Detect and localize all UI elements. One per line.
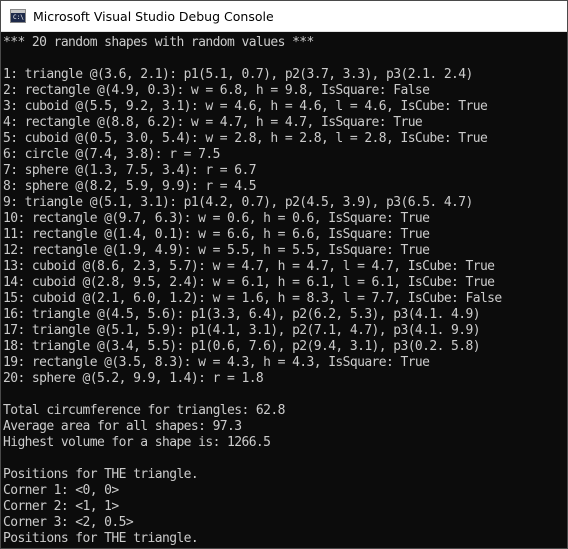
icon-glyph: C:\ xyxy=(13,14,24,21)
console-line: Corner 2: <1, 1> xyxy=(3,499,119,514)
console-line: 3: cuboid @(5.5, 9.2, 3.1): w = 4.6, h =… xyxy=(3,99,488,114)
console-line: 5: cuboid @(0.5, 3.0, 5.4): w = 2.8, h =… xyxy=(3,131,488,146)
console-line: 19: rectangle @(3.5, 8.3): w = 4.3, h = … xyxy=(3,355,430,370)
title-bar[interactable]: C:\ Microsoft Visual Studio Debug Consol… xyxy=(1,1,567,32)
console-line: Positions for THE triangle. xyxy=(3,531,199,546)
console-line: 15: cuboid @(2.1, 6.0, 1.2): w = 1.6, h … xyxy=(3,291,502,306)
window-title: Microsoft Visual Studio Debug Console xyxy=(33,8,274,24)
console-line: Corner 3: <2, 0.5> xyxy=(3,515,134,530)
console-line: 16: triangle @(4.5, 5.6): p1(3.3, 6.4), … xyxy=(3,307,481,322)
console-line: 4: rectangle @(8.8, 6.2): w = 4.7, h = 4… xyxy=(3,115,423,130)
debug-console-window: C:\ Microsoft Visual Studio Debug Consol… xyxy=(0,0,568,549)
console-line: Positions for THE triangle. xyxy=(3,467,199,482)
console-line: Corner 1: <0, 0> xyxy=(3,483,119,498)
console-line: *** 20 random shapes with random values … xyxy=(3,35,314,50)
icon-title-strip xyxy=(11,10,25,13)
console-line: 18: triangle @(3.4, 5.5): p1(0.6, 7.6), … xyxy=(3,339,481,354)
console-line: 12: rectangle @(1.9, 4.9): w = 5.5, h = … xyxy=(3,243,430,258)
console-line: Highest volume for a shape is: 1266.5 xyxy=(3,435,271,450)
console-line: 17: triangle @(5.1, 5.9): p1(4.1, 3.1), … xyxy=(3,323,481,338)
console-line: 13: cuboid @(8.6, 2.3, 5.7): w = 4.7, h … xyxy=(3,259,495,274)
console-line: 6: circle @(7.4, 3.8): r = 7.5 xyxy=(3,147,220,162)
console-line: 9: triangle @(5.1, 3.1): p1(4.2, 0.7), p… xyxy=(3,195,473,210)
console-line: 20: sphere @(5.2, 9.9, 1.4): r = 1.8 xyxy=(3,371,264,386)
console-line: 11: rectangle @(1.4, 0.1): w = 6.6, h = … xyxy=(3,227,430,242)
console-line: Average area for all shapes: 97.3 xyxy=(3,419,242,434)
console-line: 2: rectangle @(4.9, 0.3): w = 6.8, h = 9… xyxy=(3,83,430,98)
console-app-icon: C:\ xyxy=(10,9,26,23)
console-line: 10: rectangle @(9.7, 6.3): w = 0.6, h = … xyxy=(3,211,430,226)
console-line: 1: triangle @(3.6, 2.1): p1(5.1, 0.7), p… xyxy=(3,67,473,82)
console-line: 14: cuboid @(2.8, 9.5, 2.4): w = 6.1, h … xyxy=(3,275,495,290)
console-line: 7: sphere @(1.3, 7.5, 3.4): r = 6.7 xyxy=(3,163,257,178)
console-output[interactable]: *** 20 random shapes with random values … xyxy=(1,32,567,547)
console-line: Total circumference for triangles: 62.8 xyxy=(3,403,285,418)
console-line: 8: sphere @(8.2, 5.9, 9.9): r = 4.5 xyxy=(3,179,257,194)
